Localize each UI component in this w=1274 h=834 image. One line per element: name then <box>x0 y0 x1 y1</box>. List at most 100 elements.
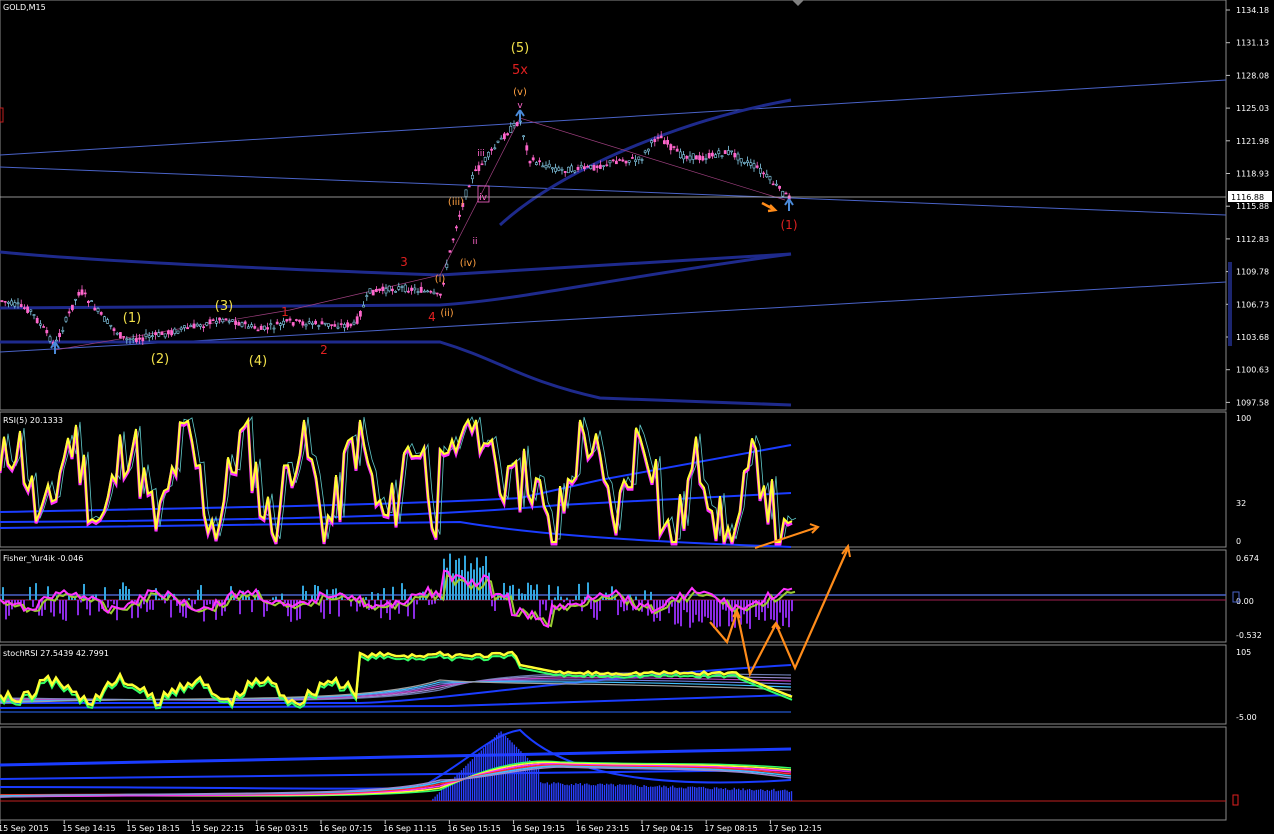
candle-body <box>29 309 33 312</box>
fisher-bar <box>107 600 109 608</box>
candle-body <box>611 159 615 162</box>
candle-body <box>135 337 138 342</box>
bottom-hist-bar <box>612 784 614 801</box>
stochrsi-panel[interactable] <box>0 650 793 713</box>
candle-body <box>742 162 746 164</box>
fisher-bar <box>77 600 79 616</box>
wave-label-r3: 3 <box>400 255 408 269</box>
bottom-hist-bar <box>760 789 762 801</box>
candle-body <box>301 321 305 326</box>
candle-body <box>96 308 100 312</box>
candle-body <box>710 152 714 157</box>
fisher-bar <box>617 600 619 616</box>
candle-body <box>83 292 87 295</box>
bottom-hist-bar <box>548 784 551 801</box>
wave-label-p_ii: ii <box>472 237 477 247</box>
axis-label: 1118.93 <box>1236 170 1269 179</box>
candle-body <box>157 332 161 337</box>
fisher-bar <box>560 596 562 600</box>
fisher-bar <box>485 556 487 600</box>
axis-label: 1125.03 <box>1236 104 1269 113</box>
candle-body <box>608 160 612 164</box>
fisher-bar <box>713 600 715 629</box>
candle-body <box>205 322 209 326</box>
chart-canvas[interactable]: (1) (2) (3) (4) (5) 5x (v) v iii (iii) iv ii (iv) (i)… <box>0 0 1274 834</box>
bottom-hist-bar <box>709 789 711 801</box>
candle-body <box>224 318 228 321</box>
candle-body <box>698 155 702 161</box>
fisher-bar <box>65 600 67 621</box>
candle-body <box>752 163 756 169</box>
bottom-hist-bar <box>579 783 581 801</box>
fisher-title: Fisher_Yur4ik -0.046 <box>3 554 83 563</box>
candle-body <box>176 330 180 334</box>
time-label: 16 Sep 19:15 <box>512 824 565 833</box>
candle-body <box>557 167 561 171</box>
bottom-hist-bar <box>735 789 738 801</box>
fisher-bar <box>209 600 211 605</box>
fisher-bar <box>53 600 55 617</box>
bottom-hist-bar <box>597 784 599 801</box>
candle-body <box>7 301 10 304</box>
axis-label: 1103.68 <box>1236 333 1269 342</box>
bottom-hist-bar <box>656 786 658 801</box>
axis-scroll-indicator[interactable] <box>1228 262 1232 346</box>
bottom-hist-bar <box>603 784 606 801</box>
bottom-hist-bar <box>782 790 784 801</box>
fisher-panel[interactable] <box>0 553 1226 629</box>
candle-body <box>272 327 276 330</box>
candle-body <box>358 311 362 317</box>
candle-body <box>544 165 548 169</box>
wave-label-p_iii: iii <box>477 149 485 159</box>
bottom-hist-bar <box>621 784 623 801</box>
fisher-bar <box>59 600 61 614</box>
chevron-down-icon[interactable] <box>792 0 804 6</box>
candle-body <box>618 159 622 161</box>
wave-label-o_iv: (iv) <box>460 258 477 269</box>
fisher-bar <box>650 591 652 600</box>
time-label: 15 Sep 22:15 <box>191 824 244 833</box>
fisher-bar <box>788 600 790 628</box>
time-label: 15 Sep 2015 <box>0 824 49 833</box>
candle-body <box>346 322 350 328</box>
axis-label: 1115.88 <box>1236 202 1269 211</box>
bottom-hist-bar <box>689 786 691 801</box>
fisher-bar <box>149 600 151 610</box>
candle-body <box>154 332 158 336</box>
panel-frames <box>0 0 1227 821</box>
main-price-panel[interactable]: (1) (2) (3) (4) (5) 5x (v) v iii (iii) iv ii (iv) (i)… <box>0 41 1227 407</box>
bottom-indicator-panel[interactable] <box>0 728 1226 802</box>
candle-body <box>170 330 174 336</box>
candle-body <box>669 144 673 151</box>
candle-body <box>509 125 513 133</box>
bottom-hist-bar <box>713 787 716 801</box>
fisher-bar <box>428 600 430 606</box>
candle-body <box>231 319 234 322</box>
candle-body <box>547 163 551 168</box>
bottom-hist-bar <box>669 786 672 801</box>
bottom-hist-bar <box>658 785 661 801</box>
bottom-hist-bar <box>788 791 790 801</box>
bottom-hist-bar <box>779 790 782 801</box>
candle-body <box>13 302 17 307</box>
candle-body <box>605 164 609 167</box>
time-label: 16 Sep 07:15 <box>319 824 372 833</box>
wave-label-y3: (3) <box>215 299 233 314</box>
bottom-hist-bar <box>542 783 544 801</box>
candle-body <box>16 302 20 305</box>
candle-body <box>208 319 212 325</box>
fisher-bar <box>122 582 124 600</box>
candle-body <box>470 174 474 180</box>
candle-body <box>730 150 734 153</box>
candle-body <box>288 318 292 321</box>
current-price-tag: 1116.88 <box>1228 191 1272 202</box>
bottom-hist-bar <box>619 784 621 801</box>
bottom-hist-bar <box>650 786 652 801</box>
wave-label-p_v: v <box>517 101 523 111</box>
fisher-bar <box>338 600 340 617</box>
candle-body <box>103 316 106 322</box>
rsi-panel[interactable] <box>0 415 797 548</box>
stoch-axis-label: 105 <box>1236 648 1251 657</box>
fisher-bar <box>206 600 208 605</box>
candle-body <box>486 151 490 158</box>
